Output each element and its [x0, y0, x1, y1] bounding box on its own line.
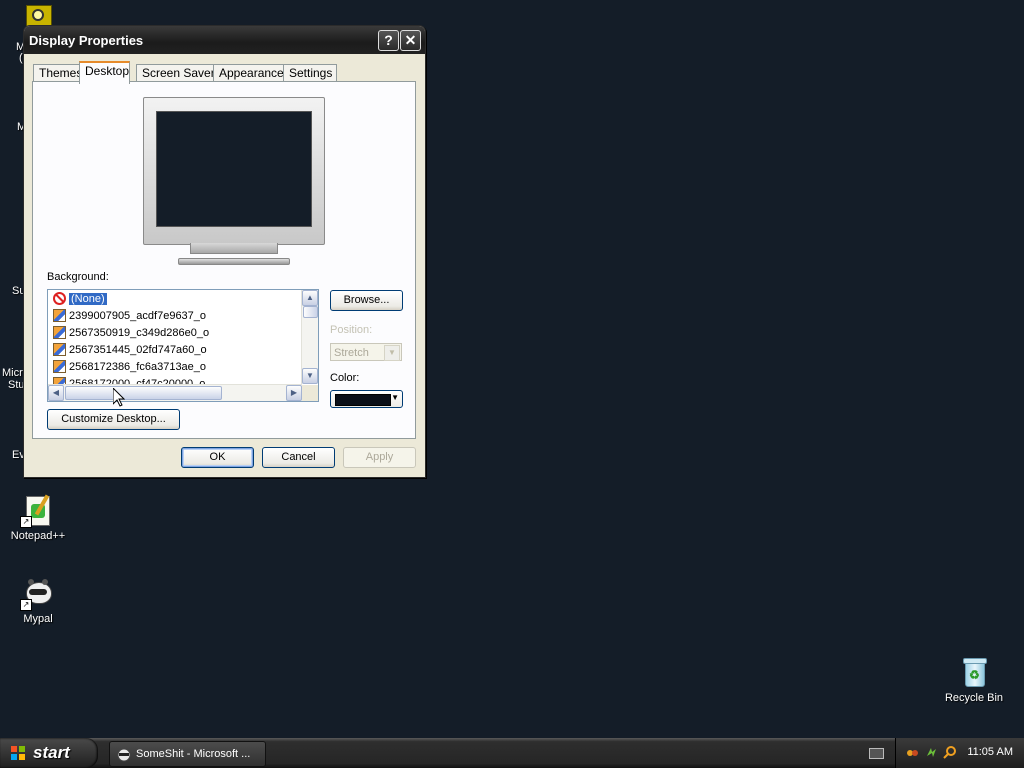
title-bar[interactable]: Display Properties ? ✕	[24, 26, 425, 54]
scroll-up-button[interactable]: ▲	[302, 290, 318, 306]
monitor-preview-screen	[156, 111, 312, 227]
keyboard-icon[interactable]	[869, 748, 884, 759]
list-item-label: 2568172386_fc6a3713ae_o	[69, 361, 207, 373]
window-title: Display Properties	[29, 33, 144, 48]
vertical-scroll-thumb[interactable]	[303, 306, 318, 318]
monitor-preview	[143, 97, 325, 245]
list-item[interactable]: 2399007905_acdf7e9637_o	[53, 308, 206, 325]
list-item-label: 2399007905_acdf7e9637_o	[69, 310, 207, 322]
notepad-plus-plus-icon: ↗	[20, 494, 54, 528]
image-file-icon	[53, 325, 66, 339]
desktop-icon-notepad-plus-plus[interactable]: ↗ Notepad++	[0, 494, 76, 542]
cancel-button[interactable]: Cancel	[262, 447, 335, 468]
list-item[interactable]: 2567351445_02fd747a60_o	[53, 342, 207, 359]
mypal-raccoon-icon	[117, 747, 131, 762]
taskbar-button-label: SomeShit - Microsoft ...	[136, 748, 251, 760]
scroll-right-button[interactable]: ▶	[286, 385, 302, 401]
close-button[interactable]: ✕	[400, 30, 421, 51]
list-item-label: 2567350919_c349d286e0_o	[69, 327, 210, 339]
taskbar-button-someshit[interactable]: SomeShit - Microsoft ...	[109, 741, 266, 767]
clock-icon	[32, 9, 44, 21]
list-item-label: (None)	[68, 292, 108, 306]
network-icon[interactable]	[906, 746, 919, 759]
image-file-icon	[53, 342, 66, 356]
scrollbar-corner	[302, 385, 318, 401]
browse-button[interactable]: Browse...	[330, 290, 403, 311]
horizontal-scroll-thumb[interactable]	[65, 386, 222, 400]
taskbar: start SomeShit - Microsoft ... 11:05 AM	[0, 738, 1024, 768]
help-button[interactable]: ?	[378, 30, 399, 51]
desktop-icon-label: Mypal	[23, 613, 53, 625]
windows-flag-icon	[11, 746, 25, 760]
desktop-icon-recycle-bin[interactable]: ♻ Recycle Bin	[936, 656, 1012, 704]
taskbar-clock[interactable]: 11:05 AM	[967, 746, 1013, 758]
background-label: Background:	[47, 271, 109, 283]
desktop-tab-panel: Background: (None) 2399007905_acdf7e9637…	[32, 81, 416, 439]
scroll-down-button[interactable]: ▼	[302, 368, 318, 384]
apply-button[interactable]: Apply	[343, 447, 416, 468]
image-file-icon	[53, 359, 66, 373]
mouse-cursor-icon	[113, 388, 125, 407]
system-tray: 11:05 AM	[895, 738, 1024, 768]
image-file-icon	[53, 308, 66, 322]
background-listbox[interactable]: (None) 2399007905_acdf7e9637_o 256735091…	[47, 289, 319, 402]
recycle-bin-icon: ♻	[958, 656, 990, 688]
chevron-down-icon: ▼	[391, 393, 399, 402]
list-item[interactable]: 2568172386_fc6a3713ae_o	[53, 359, 206, 376]
color-picker-button[interactable]: ▼	[330, 390, 403, 408]
sync-arrows-icon[interactable]	[925, 746, 938, 759]
tab-settings[interactable]: Settings	[283, 64, 337, 82]
chevron-down-icon: ▼	[384, 345, 400, 361]
desktop-icon-mypal[interactable]: ↗ Mypal	[0, 577, 76, 625]
start-label: start	[33, 743, 70, 762]
position-select[interactable]: Stretch ▼	[330, 343, 402, 361]
monitor-preview-stand	[190, 243, 278, 254]
desktop-partial-label: Micr	[2, 367, 23, 379]
horizontal-scrollbar[interactable]: ◀ ▶	[48, 384, 302, 401]
monitor-preview-base	[178, 258, 290, 265]
list-item-label: 2567351445_02fd747a60_o	[69, 344, 207, 356]
list-item[interactable]: 2567350919_c349d286e0_o	[53, 325, 209, 342]
start-button[interactable]: start	[0, 738, 98, 768]
vertical-scrollbar[interactable]: ▲ ▼	[301, 290, 318, 384]
no-entry-icon	[53, 291, 66, 305]
mypal-raccoon-icon: ↗	[20, 577, 54, 611]
desktop-icon-label: Recycle Bin	[944, 692, 1004, 704]
display-properties-window: Display Properties ? ✕ Themes Desktop Sc…	[23, 25, 426, 478]
position-label: Position:	[330, 324, 373, 336]
tab-appearance[interactable]: Appearance	[213, 64, 285, 82]
position-select-value: Stretch	[334, 347, 369, 359]
color-swatch	[335, 394, 391, 406]
desktop-icon-label: Notepad++	[10, 530, 66, 542]
list-item[interactable]: (None)	[53, 291, 108, 308]
scroll-left-button[interactable]: ◀	[48, 385, 64, 401]
tab-desktop[interactable]: Desktop	[79, 61, 130, 84]
tab-themes[interactable]: Themes	[33, 64, 85, 82]
tab-screen-saver[interactable]: Screen Saver	[136, 64, 215, 82]
customize-desktop-button[interactable]: Customize Desktop...	[47, 409, 180, 430]
search-icon[interactable]	[943, 746, 956, 759]
color-label: Color:	[330, 372, 360, 384]
ok-button[interactable]: OK	[181, 447, 254, 468]
